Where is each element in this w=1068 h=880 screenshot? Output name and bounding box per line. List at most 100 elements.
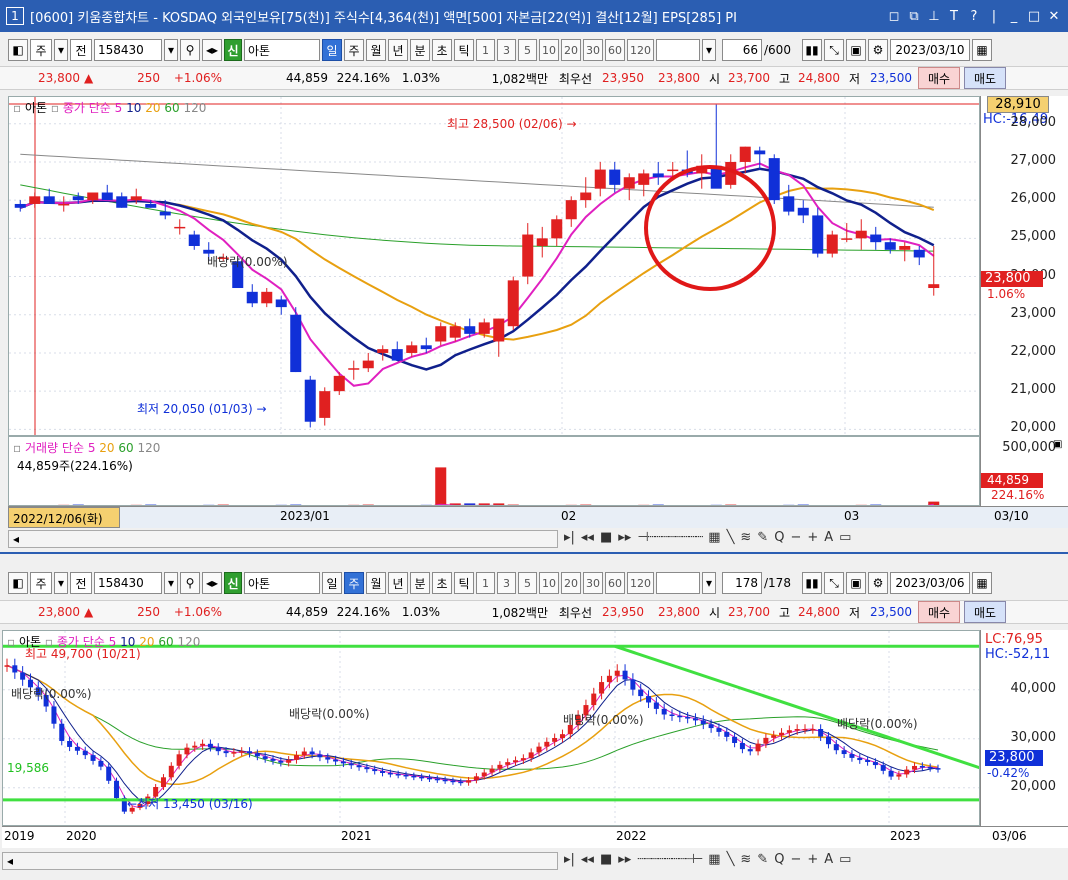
interval-3-button[interactable]: 3 xyxy=(497,39,516,61)
market-dropdown-icon[interactable]: ▾ xyxy=(54,572,68,594)
chart-layout-icon[interactable]: ◧ xyxy=(8,572,28,594)
weekly-x-axis[interactable]: 2019 2020 2021 2022 2023 03/06 xyxy=(2,826,1068,848)
zoom-icon[interactable]: ⤡ xyxy=(824,572,844,594)
pane-divider[interactable] xyxy=(0,552,1068,554)
code-dropdown-icon[interactable]: ▾ xyxy=(164,39,178,61)
code-dropdown-icon[interactable]: ▾ xyxy=(164,572,178,594)
zoom-icon[interactable]: ⤡ xyxy=(824,39,844,61)
daily-price-chart[interactable]: ▫ 아톤 ▫ 종가 단순 5 10 20 60 120 최고 28,500 (0… xyxy=(8,96,980,436)
save-icon[interactable]: ▣ xyxy=(846,572,866,594)
layout-icon[interactable]: ▦ xyxy=(708,852,720,867)
copy-icon[interactable]: ⧉ xyxy=(904,9,924,24)
daily-price-axis[interactable]: 28,910 HC:-16,49 28,000 27,000 26,000 25,00… xyxy=(980,96,1068,436)
calendar-icon[interactable]: ▦ xyxy=(972,39,992,61)
window-number[interactable]: 1 xyxy=(6,7,24,25)
interval-120-button[interactable]: 120 xyxy=(627,39,654,61)
save-icon[interactable]: ▣ xyxy=(846,39,866,61)
period-monthly-button[interactable]: 월 xyxy=(366,572,386,594)
zoom-out-icon[interactable]: − xyxy=(790,852,801,867)
period-weekly-button[interactable]: 주 xyxy=(344,572,364,594)
weekly-price-chart[interactable]: ▫ 아톤 ▫ 종가 단순 5 10 20 60 120 최고 49,700 (1… xyxy=(2,630,980,826)
range-slider[interactable]: ┈┈┈┈┈┈┈┈⊢ xyxy=(637,852,703,867)
zoom-out-icon[interactable]: − xyxy=(790,530,801,545)
settings-icon[interactable]: ⚙ xyxy=(868,572,888,594)
rewind-icon[interactable]: ◂◂ xyxy=(581,530,594,545)
maximize-icon[interactable]: □ xyxy=(1024,9,1044,24)
restore-icon[interactable]: ◻ xyxy=(884,9,904,24)
interval-3-button[interactable]: 3 xyxy=(497,572,516,594)
sell-button[interactable]: 매도 xyxy=(964,601,1006,623)
prev-button[interactable]: 전 xyxy=(70,39,92,61)
settings-icon[interactable]: ⚙ xyxy=(868,39,888,61)
count-input[interactable]: 178 xyxy=(722,572,762,594)
period-minute-button[interactable]: 분 xyxy=(410,39,430,61)
count-input[interactable]: 66 xyxy=(722,39,762,61)
weekly-price-axis[interactable]: LC:76,95 HC:-52,11 40,000 30,000 20,000 23… xyxy=(980,630,1068,826)
zoom-in-icon[interactable]: + xyxy=(807,530,818,545)
scroll-start-icon[interactable]: ▸| xyxy=(564,530,575,545)
date-input[interactable]: 2023/03/06 xyxy=(890,572,970,594)
interval-dropdown-icon[interactable]: ▾ xyxy=(702,572,716,594)
period-monthly-button[interactable]: 월 xyxy=(366,39,386,61)
period-second-button[interactable]: 초 xyxy=(432,572,452,594)
minimize-icon[interactable]: _ xyxy=(1004,9,1024,24)
volume-axis[interactable]: 500,000 ▣ 44,859 224.16% xyxy=(980,436,1068,506)
buy-button[interactable]: 매수 xyxy=(918,67,960,89)
box-icon[interactable]: ▭ xyxy=(839,852,851,867)
layout-icon[interactable]: ▦ xyxy=(708,530,720,545)
daily-scrollbar[interactable]: ◂ xyxy=(8,530,558,548)
stop-icon[interactable]: ■ xyxy=(600,852,612,867)
weekly-scrollbar[interactable]: ◂ xyxy=(2,852,558,870)
zoom-in-icon[interactable]: + xyxy=(807,852,818,867)
period-second-button[interactable]: 초 xyxy=(432,39,452,61)
compare-icon[interactable]: ▮▮ xyxy=(802,572,822,594)
magnify-icon[interactable]: Q xyxy=(774,530,784,545)
market-select[interactable]: 주 xyxy=(30,39,52,61)
interval-60-button[interactable]: 60 xyxy=(605,572,625,594)
calendar-icon[interactable]: ▦ xyxy=(972,572,992,594)
interval-20-button[interactable]: 20 xyxy=(561,572,581,594)
period-tick-button[interactable]: 틱 xyxy=(454,39,474,61)
pen-icon[interactable]: ✎ xyxy=(757,530,768,545)
search-icon[interactable]: ⚲ xyxy=(180,39,200,61)
interval-30-button[interactable]: 30 xyxy=(583,572,603,594)
draw-line-icon[interactable]: ╲ xyxy=(727,852,735,867)
period-yearly-button[interactable]: 년 xyxy=(388,39,408,61)
period-daily-button[interactable]: 일 xyxy=(322,39,342,61)
custom-interval-input[interactable] xyxy=(656,572,700,594)
custom-interval-input[interactable] xyxy=(656,39,700,61)
interval-dropdown-icon[interactable]: ▾ xyxy=(702,39,716,61)
scroll-start-icon[interactable]: ▸| xyxy=(564,852,575,867)
interval-5-button[interactable]: 5 xyxy=(518,39,537,61)
interval-1-button[interactable]: 1 xyxy=(476,39,495,61)
help-icon[interactable]: ? xyxy=(964,9,984,24)
market-select[interactable]: 주 xyxy=(30,572,52,594)
compare-icon[interactable]: ▮▮ xyxy=(802,39,822,61)
interval-20-button[interactable]: 20 xyxy=(561,39,581,61)
pen-icon[interactable]: ✎ xyxy=(757,852,768,867)
grid-icon[interactable]: ▣ xyxy=(1053,439,1062,450)
interval-1-button[interactable]: 1 xyxy=(476,572,495,594)
close-icon[interactable]: ✕ xyxy=(1044,9,1064,24)
chart-layout-icon[interactable]: ◧ xyxy=(8,39,28,61)
scroll-left-icon[interactable]: ◂ xyxy=(3,854,13,868)
period-weekly-button[interactable]: 주 xyxy=(344,39,364,61)
market-dropdown-icon[interactable]: ▾ xyxy=(54,39,68,61)
rewind-icon[interactable]: ◂◂ xyxy=(581,852,594,867)
interval-5-button[interactable]: 5 xyxy=(518,572,537,594)
font-icon[interactable]: T xyxy=(944,9,964,24)
fib-icon[interactable]: ≋ xyxy=(740,852,751,867)
fast-forward-icon[interactable]: ▸▸ xyxy=(618,530,631,545)
draw-line-icon[interactable]: ╲ xyxy=(727,530,735,545)
date-input[interactable]: 2023/03/10 xyxy=(890,39,970,61)
interval-10-button[interactable]: 10 xyxy=(539,39,559,61)
code-input[interactable]: 158430 xyxy=(94,39,162,61)
daily-volume-chart[interactable]: ▫ 거래량 단순 5 20 60 120 44,859주(224.16%) xyxy=(8,436,980,506)
fast-forward-icon[interactable]: ▸▸ xyxy=(618,852,631,867)
range-slider[interactable]: ⊣┈┈┈┈┈┈┈┈ xyxy=(637,530,703,545)
interval-60-button[interactable]: 60 xyxy=(605,39,625,61)
interval-120-button[interactable]: 120 xyxy=(627,572,654,594)
sound-icon[interactable]: ◂▸ xyxy=(202,39,222,61)
text-icon[interactable]: A xyxy=(824,530,833,545)
period-daily-button[interactable]: 일 xyxy=(322,572,342,594)
